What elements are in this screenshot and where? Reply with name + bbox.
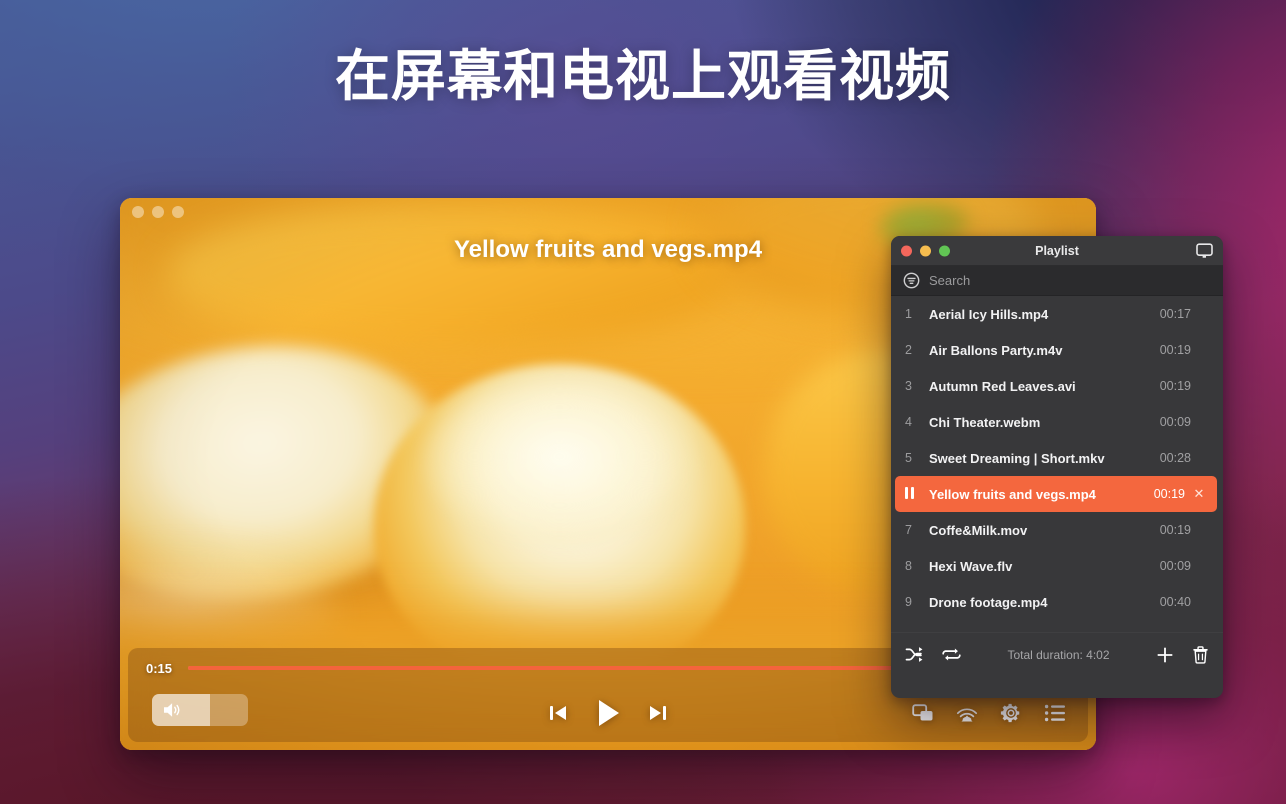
playlist-row-index: 7 [905, 523, 912, 537]
playlist-row-title: Sweet Dreaming | Short.mkv [929, 450, 1105, 466]
playlist-row[interactable]: 10Summer Time.mp400:17✕ [891, 620, 1223, 633]
playlist-row-remove-button[interactable]: ✕ [1191, 486, 1207, 502]
playing-indicator [905, 486, 929, 502]
playlist-row-index: 8 [905, 559, 912, 573]
playlist-row-title: Hexi Wave.flv [929, 558, 1013, 574]
speaker-icon [164, 703, 180, 717]
playlist-row-duration: 00:19 [1159, 343, 1191, 357]
playlist-row-title: Summer Time.mp4 [929, 631, 1152, 633]
picture-in-picture-icon [912, 704, 933, 721]
playlist-toggle-button[interactable] [1044, 703, 1066, 723]
playlist-zoom-button[interactable] [939, 245, 950, 256]
playlist-row-index: 3 [905, 379, 912, 393]
playlist-footer-left-group [905, 646, 961, 663]
plus-icon [1157, 647, 1173, 662]
playlist-row-title: Yellow fruits and vegs.mp4 [929, 486, 1096, 502]
playlist-footer-right-group [1156, 645, 1209, 664]
playlist-row-index: 5 [905, 451, 912, 465]
search-input[interactable] [929, 273, 1211, 288]
playlist-row-duration: 00:19 [1153, 487, 1185, 501]
repeat-button[interactable] [942, 646, 961, 663]
player-close-button[interactable] [132, 206, 144, 218]
playlist-row-duration: 00:19 [1159, 379, 1191, 393]
playlist-icon [1044, 704, 1065, 722]
playlist-row[interactable]: 2Air Ballons Party.m4v00:19✕ [891, 332, 1223, 368]
player-right-icon-group [912, 702, 1066, 724]
picture-in-picture-button[interactable] [912, 703, 934, 723]
current-time-label: 0:15 [146, 660, 173, 676]
play-button[interactable] [591, 696, 625, 730]
playlist-row[interactable]: 3Autumn Red Leaves.avi00:19✕ [891, 368, 1223, 404]
playlist-row-title: Aerial Icy Hills.mp4 [929, 306, 1049, 322]
playlist-row-title: Coffe&Milk.mov [929, 522, 1028, 538]
playlist-row-duration: 00:19 [1159, 523, 1191, 537]
playlist-row-duration: 00:09 [1159, 415, 1191, 429]
shuffle-icon [905, 647, 923, 662]
playlist-titlebar: Playlist [891, 236, 1223, 266]
pause-icon [905, 486, 914, 499]
playlist-row[interactable]: 7Coffe&Milk.mov00:19✕ [891, 512, 1223, 548]
player-zoom-button[interactable] [172, 206, 184, 218]
delete-item-button[interactable] [1192, 645, 1209, 664]
skip-back-icon [550, 706, 566, 720]
previous-track-button[interactable] [547, 702, 569, 724]
playlist-items-list[interactable]: 1 Aerial Icy Hills.mp4 00:17 ✕ 2 Air Ballons … [891, 296, 1223, 632]
playlist-footer-toolbar: Total duration: 4:02 [891, 632, 1223, 676]
player-minimize-button[interactable] [152, 206, 164, 218]
playlist-row-title: Drone footage.mp4 [929, 594, 1048, 610]
page-headline: 在屏幕和电视上观看视频 [334, 44, 951, 108]
playlist-row-duration: 00:17 [1160, 631, 1191, 632]
playlist-traffic-lights [901, 245, 950, 256]
playlist-row-duration: 00:28 [1159, 451, 1191, 465]
next-track-button[interactable] [647, 702, 669, 724]
play-icon [599, 700, 619, 726]
playlist-row-duration: 00:17 [1159, 307, 1191, 321]
playlist-search-bar[interactable] [891, 266, 1223, 296]
playlist-row[interactable]: 5Sweet Dreaming | Short.mkv00:28✕ [891, 440, 1223, 476]
playlist-row[interactable]: 4Chi Theater.webm00:09✕ [891, 404, 1223, 440]
shuffle-button[interactable] [905, 646, 924, 663]
gear-icon [1000, 703, 1020, 723]
display-icon [1196, 242, 1213, 258]
playlist-window: Playlist 1 Aerial Icy Hills.mp4 00:17 ✕ 2 Air… [891, 236, 1223, 698]
progress-fill [188, 666, 903, 670]
total-duration-label: Total duration: 4:02 [1007, 647, 1110, 662]
trash-icon [1193, 645, 1208, 664]
playlist-row[interactable]: 9Drone footage.mp400:40✕ [891, 584, 1223, 620]
playlist-row-duration: 00:40 [1159, 595, 1191, 609]
filter-icon [903, 272, 920, 289]
playlist-minimize-button[interactable] [920, 245, 931, 256]
playlist-row-title: Chi Theater.webm [929, 414, 1041, 430]
airplay-button[interactable] [956, 703, 978, 724]
playlist-row-index: 10 [905, 631, 929, 632]
transport-controls [547, 696, 669, 730]
playlist-display-button[interactable] [1196, 242, 1213, 259]
airplay-icon [956, 708, 978, 721]
add-item-button[interactable] [1156, 646, 1174, 664]
player-traffic-lights [132, 206, 184, 218]
playlist-row-duration: 00:09 [1159, 559, 1191, 573]
skip-forward-icon [650, 706, 666, 720]
playlist-row-index: 1 [905, 307, 912, 321]
playlist-row-title: Autumn Red Leaves.avi [929, 378, 1076, 394]
settings-button[interactable] [1000, 702, 1022, 724]
playlist-row-index: 4 [905, 415, 912, 429]
playlist-row[interactable]: 8Hexi Wave.flv00:09✕ [891, 548, 1223, 584]
playlist-close-button[interactable] [901, 245, 912, 256]
playlist-row-title: Air Ballons Party.m4v [929, 342, 1063, 358]
playlist-row-index: 9 [905, 595, 912, 609]
playlist-row[interactable]: 1Aerial Icy Hills.mp400:17✕ [891, 296, 1223, 332]
playlist-row-index: 2 [905, 343, 912, 357]
repeat-icon [942, 648, 961, 661]
screenshot-stage: 在屏幕和电视上观看视频 Yellow fruits and vegs.mp4 0… [0, 0, 1286, 804]
volume-slider[interactable] [152, 694, 248, 726]
playlist-row[interactable]: Yellow fruits and vegs.mp4 00:19 ✕ [895, 476, 1217, 512]
